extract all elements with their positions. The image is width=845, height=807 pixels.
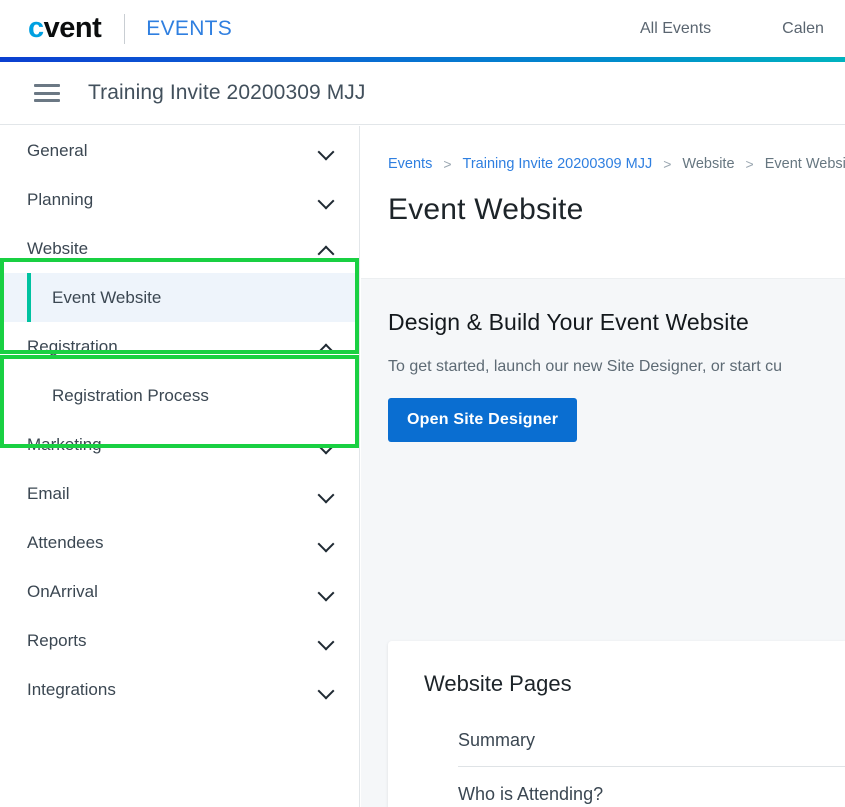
chevron-down-icon[interactable] (319, 146, 334, 155)
chevron-down-icon[interactable] (319, 489, 334, 498)
breadcrumb-item-event-website: Event Websit (764, 156, 845, 172)
list-item[interactable]: Who is Attending? (458, 767, 845, 807)
sidebar-item-integrations[interactable]: Integrations (0, 665, 359, 714)
sidebar-label-reports: Reports (27, 630, 87, 650)
sidebar-item-reports[interactable]: Reports (0, 616, 359, 665)
nav-item-all-events[interactable]: All Events (640, 20, 711, 38)
chevron-down-icon[interactable] (319, 636, 334, 645)
sidebar-item-email[interactable]: Email (0, 469, 359, 518)
nav-group-onarrival: OnArrival (0, 567, 359, 616)
nav-group-attendees: Attendees (0, 518, 359, 567)
product-name-events: EVENTS (146, 17, 233, 40)
page-title: Event Website (388, 193, 584, 226)
sidebar-item-event-website[interactable]: Event Website (0, 273, 359, 322)
sidebar-item-planning[interactable]: Planning (0, 175, 359, 224)
sidebar-label-website: Website (27, 238, 89, 258)
global-header: cvent EVENTS All Events Calen (0, 0, 845, 57)
sidebar-item-attendees[interactable]: Attendees (0, 518, 359, 567)
sidebar-label-planning: Planning (27, 189, 94, 209)
hamburger-menu-icon[interactable] (34, 84, 60, 102)
cvent-logo: cvent (28, 12, 102, 44)
nav-group-website: Website Event Website (0, 224, 359, 322)
nav-group-planning: Planning (0, 175, 359, 224)
sidebar-label-attendees: Attendees (27, 532, 104, 552)
sidebar-item-marketing[interactable]: Marketing (0, 420, 359, 469)
chevron-down-icon[interactable] (319, 538, 334, 547)
logo-vent-letters: vent (43, 12, 102, 44)
sidebar-label-email: Email (27, 483, 70, 503)
chevron-up-icon[interactable] (319, 244, 334, 253)
promo-heading: Design & Build Your Event Website (388, 309, 749, 335)
website-overview-panel: Design & Build Your Event Website To get… (361, 278, 845, 807)
promo-description: To get started, launch our new Site Desi… (388, 358, 782, 375)
sidebar-label-onarrival: OnArrival (27, 581, 98, 601)
chevron-down-icon[interactable] (319, 587, 334, 596)
sidebar-item-website[interactable]: Website (0, 224, 359, 273)
sidebar-label-registration-process: Registration Process (52, 385, 209, 405)
website-pages-heading: Website Pages (424, 671, 572, 696)
event-context-bar: Training Invite 20200309 MJJ (0, 62, 845, 125)
nav-group-general: General (0, 126, 359, 175)
breadcrumb-item-event[interactable]: Training Invite 20200309 MJJ (463, 156, 653, 172)
logo-c-letter: c (28, 12, 44, 44)
sidebar-label-marketing: Marketing (27, 434, 102, 454)
sidebar-item-onarrival[interactable]: OnArrival (0, 567, 359, 616)
nav-group-marketing: Marketing (0, 420, 359, 469)
breadcrumb-separator: > (745, 156, 754, 172)
breadcrumb: Events > Training Invite 20200309 MJJ > … (361, 126, 845, 172)
cvent-brand[interactable]: cvent EVENTS (28, 12, 233, 44)
left-navigation-sidebar: General Planning Website Event Website R… (0, 126, 360, 807)
sidebar-item-registration-process[interactable]: Registration Process (0, 371, 359, 420)
site-designer-promo: Design & Build Your Event Website To get… (361, 279, 845, 442)
breadcrumb-separator: > (443, 156, 452, 172)
sidebar-label-event-website: Event Website (52, 287, 162, 307)
open-site-designer-button[interactable]: Open Site Designer (388, 398, 578, 442)
chevron-down-icon[interactable] (319, 685, 334, 694)
breadcrumb-item-website: Website (682, 156, 735, 172)
global-nav: All Events Calen (640, 0, 824, 57)
list-item[interactable]: Summary (458, 713, 845, 767)
sidebar-label-general: General (27, 140, 88, 160)
sidebar-item-registration[interactable]: Registration (0, 322, 359, 371)
chevron-down-icon[interactable] (319, 440, 334, 449)
chevron-up-icon[interactable] (319, 342, 334, 351)
sidebar-label-registration: Registration (27, 336, 118, 356)
nav-group-registration: Registration Registration Process (0, 322, 359, 420)
website-pages-list: Summary Who is Attending? (388, 713, 845, 807)
nav-item-calendar[interactable]: Calen (782, 20, 824, 38)
breadcrumb-separator: > (663, 156, 672, 172)
website-pages-card: Website Pages Summary Who is Attending? … (388, 641, 845, 807)
nav-group-reports: Reports (0, 616, 359, 665)
breadcrumb-item-events[interactable]: Events (388, 156, 432, 172)
main-content: Events > Training Invite 20200309 MJJ > … (361, 126, 845, 807)
nav-group-email: Email (0, 469, 359, 518)
sidebar-item-general[interactable]: General (0, 126, 359, 175)
chevron-down-icon[interactable] (319, 195, 334, 204)
sidebar-label-integrations: Integrations (27, 679, 116, 699)
brand-divider (124, 13, 126, 44)
event-name-label: Training Invite 20200309 MJJ (88, 81, 366, 104)
nav-group-integrations: Integrations (0, 665, 359, 714)
